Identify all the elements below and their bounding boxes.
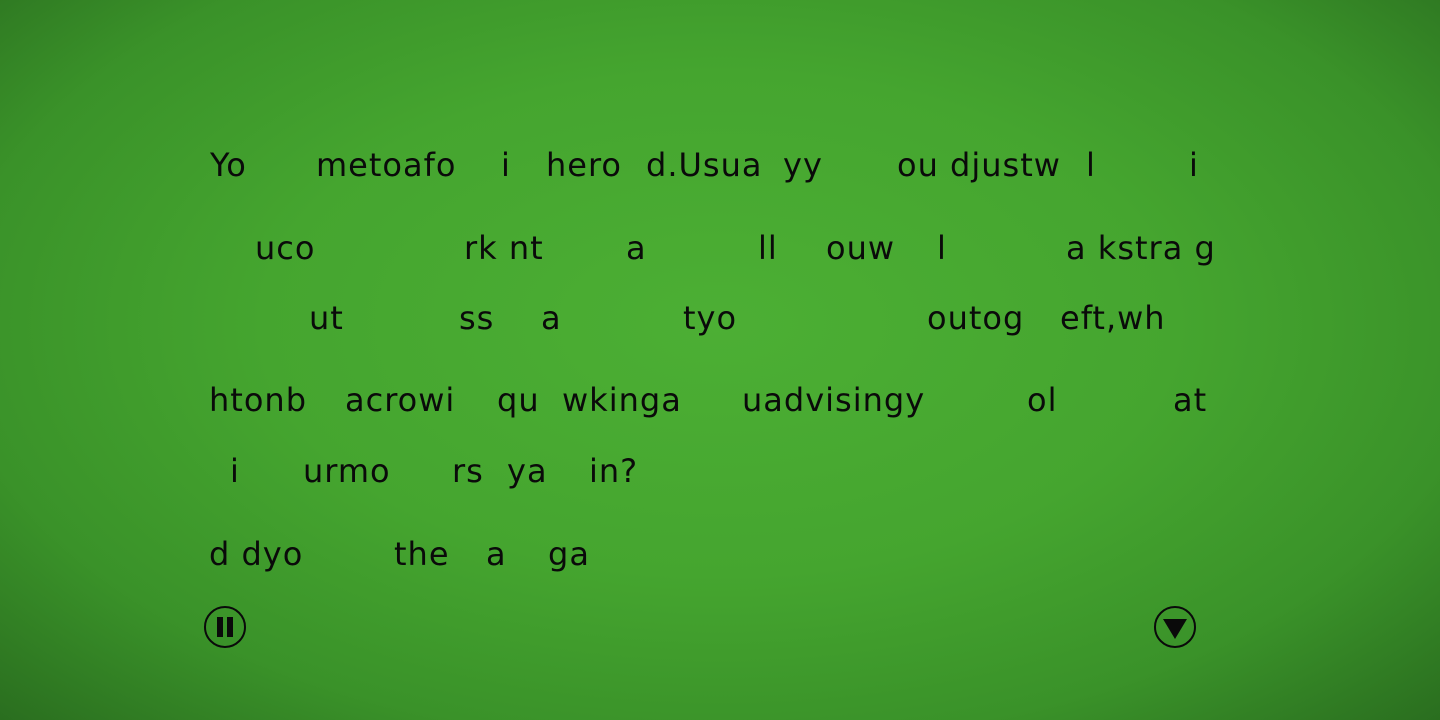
text-fragment: ut xyxy=(309,299,344,337)
text-fragment: d dyo xyxy=(209,535,304,573)
text-fragment: i xyxy=(501,146,511,184)
text-fragment: d.Usua xyxy=(646,146,763,184)
text-fragment: Yo xyxy=(210,146,247,184)
text-fragment: l xyxy=(937,229,947,267)
text-fragment: ya xyxy=(507,452,548,490)
text-fragment: i xyxy=(1189,146,1199,184)
text-fragment: urmo xyxy=(303,452,391,490)
text-fragment: at xyxy=(1173,381,1208,419)
text-fragment: ll xyxy=(758,229,778,267)
text-fragment: qu xyxy=(497,381,540,419)
text-fragment: l xyxy=(1086,146,1096,184)
text-fragment: the xyxy=(394,535,450,573)
text-fragment: tyo xyxy=(683,299,738,337)
text-fragment: a xyxy=(486,535,507,573)
pause-button[interactable] xyxy=(204,606,246,648)
text-line-4: htonb acrowi qu wkinga uadvisingy ol at xyxy=(0,380,1440,440)
down-triangle-icon xyxy=(1163,619,1187,639)
text-fragment: in? xyxy=(589,452,639,490)
text-fragment: i xyxy=(230,452,240,490)
text-line-5: i urmo rs ya in? xyxy=(0,451,1440,511)
text-fragment: ol xyxy=(1027,381,1058,419)
text-fragment: yy xyxy=(783,146,823,184)
next-button[interactable] xyxy=(1154,606,1196,648)
text-fragment: ga xyxy=(548,535,590,573)
text-fragment: eft,wh xyxy=(1060,299,1166,337)
text-fragment: ss xyxy=(459,299,495,337)
text-fragment: hero xyxy=(546,146,622,184)
text-fragment: a xyxy=(626,229,647,267)
text-fragment: acrowi xyxy=(345,381,456,419)
text-fragment: htonb xyxy=(209,381,307,419)
text-fragment: uco xyxy=(255,229,316,267)
text-fragment: outog xyxy=(927,299,1025,337)
text-line-1: Yo metoafo i hero d.Usua yy ou djustw l … xyxy=(0,145,1440,205)
text-line-2: uco rk nt a ll ouw l a kstra g xyxy=(0,228,1440,288)
text-fragment: a kstra g xyxy=(1066,229,1216,267)
text-line-3: ut ss a tyo outog eft,wh xyxy=(0,298,1440,358)
text-fragment: rs xyxy=(452,452,484,490)
text-fragment: ouw xyxy=(826,229,896,267)
text-fragment: uadvisingy xyxy=(742,381,926,419)
text-fragment: metoafo xyxy=(316,146,457,184)
text-line-6: d dyo the a ga xyxy=(0,534,1440,594)
text-fragment: rk nt xyxy=(464,229,544,267)
text-fragment: a xyxy=(541,299,562,337)
text-fragment: ou djustw xyxy=(897,146,1061,184)
text-fragment: wkinga xyxy=(562,381,682,419)
pause-icon xyxy=(217,617,233,637)
